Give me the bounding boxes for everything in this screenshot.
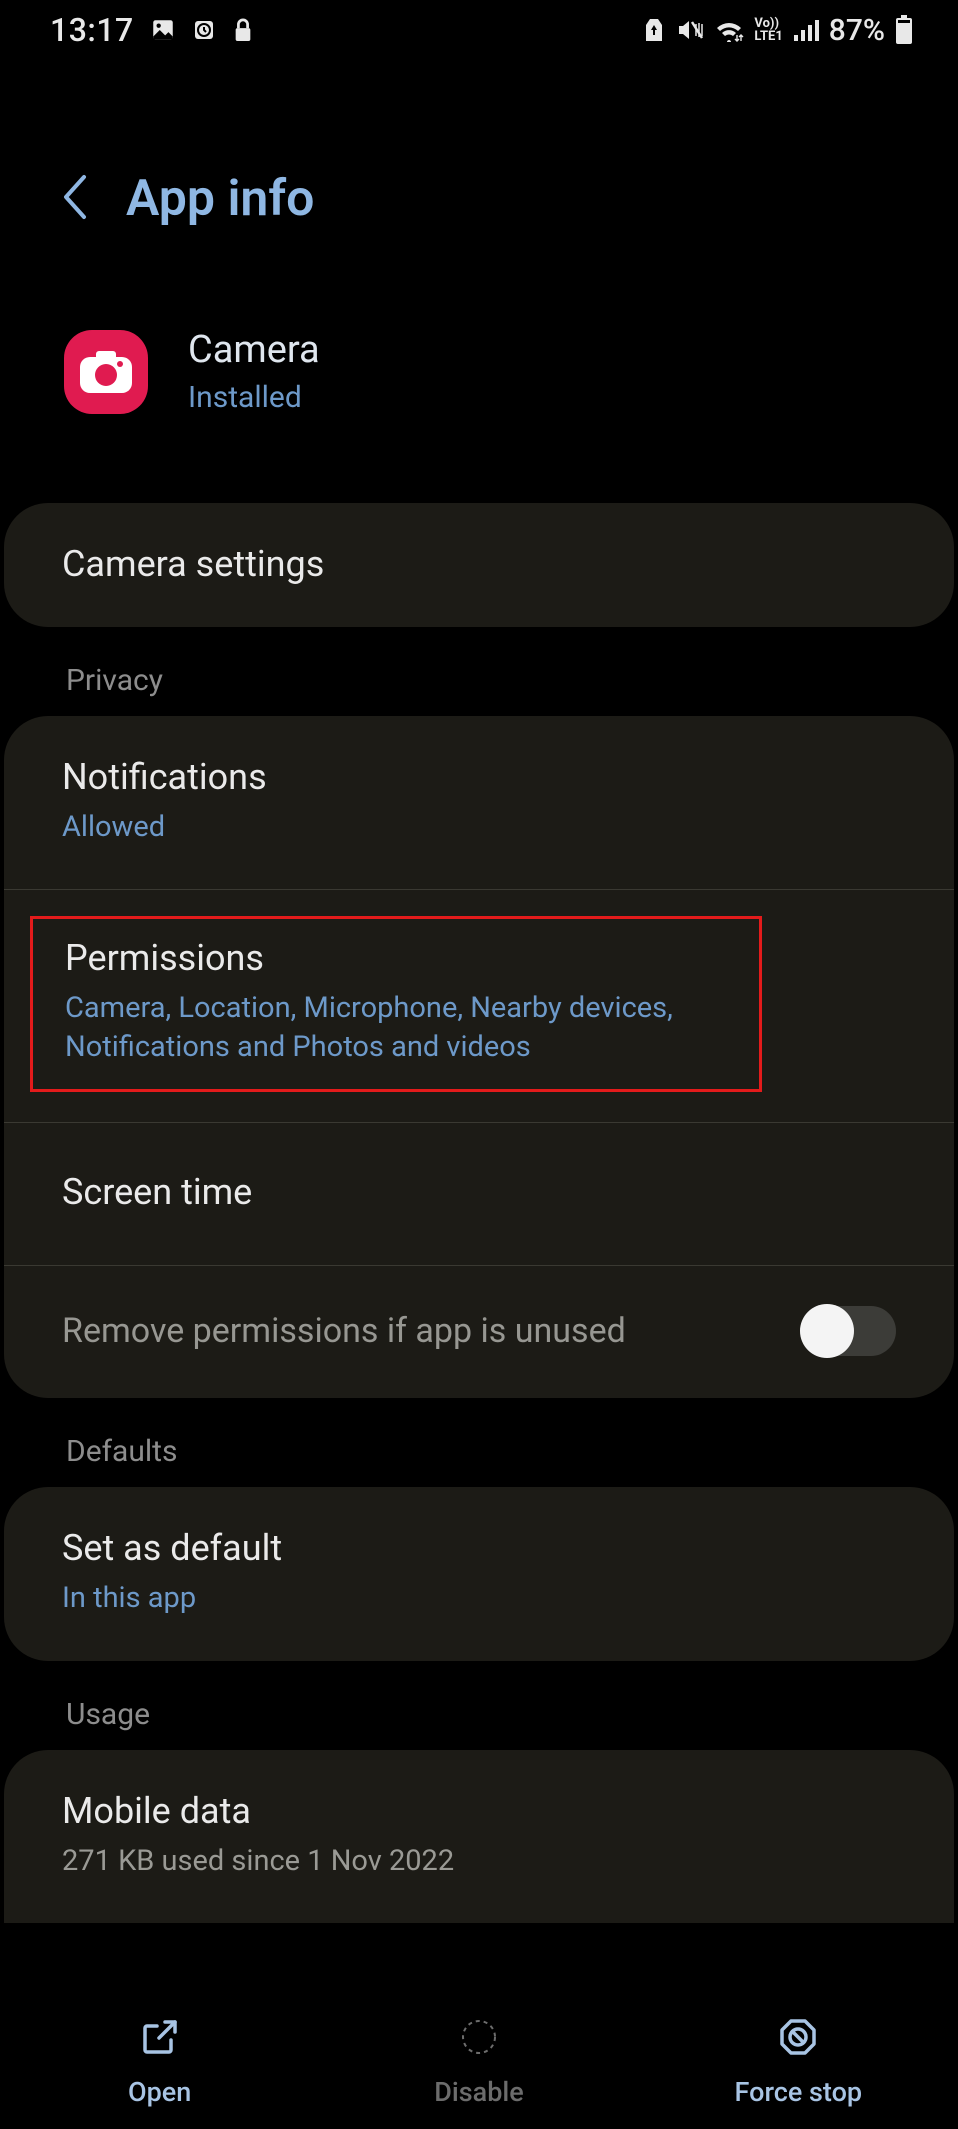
remove-permissions-row[interactable]: Remove permissions if app is unused <box>4 1266 954 1398</box>
defaults-card: Set as default In this app <box>4 1487 954 1660</box>
open-button[interactable]: Open <box>0 1995 319 2129</box>
set-default-row[interactable]: Set as default In this app <box>4 1487 954 1660</box>
camera-settings-card: Camera settings <box>4 503 954 627</box>
defaults-section-label: Defaults <box>4 1398 954 1469</box>
set-default-title: Set as default <box>62 1527 896 1569</box>
disable-button[interactable]: Disable <box>319 1995 638 2129</box>
privacy-section-label: Privacy <box>4 627 954 698</box>
mute-vibrate-icon <box>676 17 704 43</box>
mobile-data-sub: 271 KB used since 1 Nov 2022 <box>62 1842 882 1881</box>
mobile-data-row[interactable]: Mobile data 271 KB used since 1 Nov 2022 <box>4 1750 954 1923</box>
battery-percentage: 87% <box>829 13 885 48</box>
page-header: App info <box>0 60 958 228</box>
back-icon[interactable] <box>60 173 90 225</box>
permissions-title: Permissions <box>65 937 727 979</box>
camera-settings-row[interactable]: Camera settings <box>4 503 954 627</box>
remove-permissions-toggle[interactable] <box>800 1306 896 1356</box>
disable-label: Disable <box>434 2076 523 2108</box>
force-stop-button[interactable]: Force stop <box>639 1995 958 2129</box>
status-time: 13:17 <box>50 11 134 49</box>
recycle-icon <box>642 17 666 43</box>
app-name: Camera <box>188 328 320 372</box>
screen-time-title: Screen time <box>62 1171 896 1213</box>
page-title: App info <box>126 170 314 228</box>
usage-section-label: Usage <box>4 1661 954 1732</box>
toggle-knob <box>800 1304 854 1358</box>
screen-time-row[interactable]: Screen time <box>4 1123 954 1266</box>
status-bar: 13:17 Vo))LTE1 87% <box>0 0 958 60</box>
app-icon <box>64 330 148 414</box>
disable-icon <box>458 2016 500 2062</box>
app-status: Installed <box>188 380 320 415</box>
permissions-row[interactable]: Permissions Camera, Location, Microphone… <box>4 890 954 1123</box>
permissions-highlight: Permissions Camera, Location, Microphone… <box>30 916 762 1092</box>
picture-icon <box>150 17 176 43</box>
lock-icon <box>232 17 254 43</box>
app-text-block: Camera Installed <box>188 328 320 415</box>
permissions-sub: Camera, Location, Microphone, Nearby dev… <box>65 989 727 1067</box>
mobile-data-title: Mobile data <box>62 1790 896 1832</box>
volte-icon: Vo))LTE1 <box>754 17 782 43</box>
force-stop-label: Force stop <box>735 2076 863 2108</box>
open-label: Open <box>128 2076 191 2108</box>
bottom-nav: Open Disable Force stop <box>0 1983 958 2129</box>
notifications-sub: Allowed <box>62 808 882 847</box>
app-summary: Camera Installed <box>0 228 958 415</box>
battery-icon <box>895 15 913 45</box>
usage-card: Mobile data 271 KB used since 1 Nov 2022 <box>4 1750 954 1923</box>
notifications-title: Notifications <box>62 756 896 798</box>
open-icon <box>139 2016 181 2062</box>
signal-icon <box>793 19 819 41</box>
clock-icon <box>192 18 216 42</box>
force-stop-icon <box>777 2016 819 2062</box>
wifi-icon <box>714 18 744 42</box>
status-left: 13:17 <box>50 11 254 49</box>
set-default-sub: In this app <box>62 1579 882 1618</box>
notifications-row[interactable]: Notifications Allowed <box>4 716 954 890</box>
status-right: Vo))LTE1 87% <box>642 13 913 48</box>
camera-settings-label: Camera settings <box>62 543 896 585</box>
remove-permissions-title: Remove permissions if app is unused <box>62 1311 626 1351</box>
privacy-card: Notifications Allowed Permissions Camera… <box>4 716 954 1398</box>
